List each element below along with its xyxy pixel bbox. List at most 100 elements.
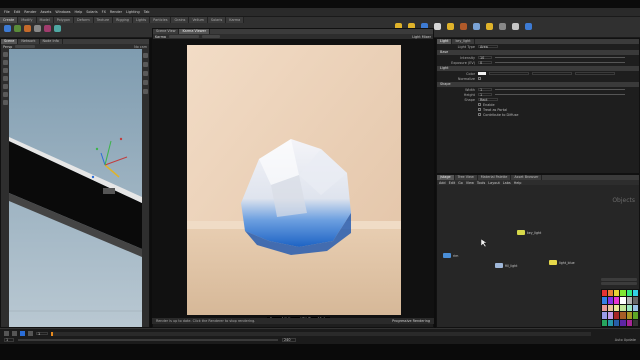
select-tool-icon[interactable] bbox=[2, 52, 8, 57]
handle-tool-icon[interactable] bbox=[2, 84, 8, 89]
palette-swatch-5[interactable] bbox=[632, 290, 638, 297]
network-menu-6[interactable]: Labs bbox=[503, 181, 511, 185]
network-menu-1[interactable]: Edit bbox=[449, 181, 456, 185]
palette-swatch-21[interactable] bbox=[620, 312, 626, 319]
palette-swatch-24[interactable] bbox=[602, 319, 608, 326]
grid-icon[interactable] bbox=[142, 89, 148, 94]
palette-swatch-9[interactable] bbox=[620, 297, 626, 304]
current-frame-field[interactable]: 1 bbox=[36, 331, 48, 336]
network-menu-5[interactable]: Layout bbox=[488, 181, 500, 185]
color-r-field[interactable] bbox=[489, 71, 529, 76]
palette-swatch-1[interactable] bbox=[608, 290, 614, 297]
camera-icon[interactable] bbox=[512, 23, 519, 30]
pose-tool-icon[interactable] bbox=[2, 92, 8, 97]
width-slider[interactable] bbox=[495, 89, 625, 90]
menu-item-0[interactable]: File bbox=[4, 10, 10, 14]
diffuse-checkbox[interactable] bbox=[478, 113, 481, 116]
view-tool-icon[interactable] bbox=[2, 100, 8, 105]
light-link-icon[interactable] bbox=[499, 23, 506, 30]
menu-item-4[interactable]: Windows bbox=[55, 10, 70, 14]
point-light-icon[interactable] bbox=[447, 23, 454, 30]
palette-swatch-13[interactable] bbox=[608, 304, 614, 312]
start-frame-field[interactable]: 1 bbox=[4, 338, 14, 342]
shelf-tab-5[interactable]: Texture bbox=[93, 17, 114, 23]
shelf-tab-10[interactable]: Vellum bbox=[189, 17, 208, 23]
snap-icon[interactable] bbox=[142, 80, 148, 85]
end-frame-field[interactable]: 240 bbox=[282, 338, 296, 342]
render-icon[interactable] bbox=[525, 23, 532, 30]
palette-swatch-6[interactable] bbox=[602, 297, 608, 304]
stop-icon[interactable] bbox=[12, 331, 17, 336]
progressive-rendering-toggle[interactable]: Progressive Rendering bbox=[392, 319, 430, 323]
palette-swatch-0[interactable] bbox=[602, 290, 608, 297]
network-menu-7[interactable]: Help bbox=[514, 181, 522, 185]
menu-item-6[interactable]: Solaris bbox=[86, 10, 97, 14]
palette-swatch-23[interactable] bbox=[632, 312, 638, 319]
palette-swatch-20[interactable] bbox=[614, 312, 620, 319]
palette-swatch-4[interactable] bbox=[626, 290, 632, 297]
render-tab-1[interactable]: Karma Viewer bbox=[179, 29, 211, 34]
view-label[interactable]: Persp bbox=[3, 45, 12, 49]
menu-item-2[interactable]: Render bbox=[24, 10, 36, 14]
network-tab-2[interactable]: Material Palette bbox=[478, 175, 512, 180]
palette-swatch-25[interactable] bbox=[608, 319, 614, 326]
left-tab-1[interactable]: Network bbox=[18, 39, 40, 44]
menu-item-8[interactable]: Render bbox=[110, 10, 122, 14]
width-field[interactable]: 1 bbox=[478, 87, 492, 92]
shading-mode-icon[interactable] bbox=[142, 71, 148, 76]
shelf-tab-6[interactable]: Rigging bbox=[113, 17, 133, 23]
shelf-tab-12[interactable]: Karma bbox=[226, 17, 245, 23]
color-g-field[interactable] bbox=[532, 71, 572, 76]
menu-item-10[interactable]: Tab bbox=[144, 10, 150, 14]
shelf-tab-4[interactable]: Deform bbox=[74, 17, 94, 23]
shelf-tab-7[interactable]: Lights bbox=[132, 17, 151, 23]
palette-swatch-27[interactable] bbox=[620, 319, 626, 326]
shelf-tab-2[interactable]: Model bbox=[36, 17, 54, 23]
palette-swatch-26[interactable] bbox=[614, 319, 620, 326]
geometry-tool-icon[interactable] bbox=[54, 25, 61, 32]
camera-tool-icon[interactable] bbox=[34, 25, 41, 32]
network-menu-0[interactable]: Add bbox=[439, 181, 446, 185]
param-node-type[interactable]: Light bbox=[437, 39, 453, 44]
network-tab-1[interactable]: Tree View bbox=[455, 175, 478, 180]
material-tool-icon[interactable] bbox=[44, 25, 51, 32]
left-tab-0[interactable]: Scene bbox=[1, 39, 19, 44]
color-swatch[interactable] bbox=[478, 71, 486, 76]
exposure-slider[interactable] bbox=[495, 62, 625, 63]
palette-swatch-15[interactable] bbox=[620, 304, 626, 312]
height-field[interactable]: 1 bbox=[478, 92, 492, 97]
network-menu-4[interactable]: Tools bbox=[477, 181, 485, 185]
network-tab-0[interactable]: /stage bbox=[437, 175, 455, 180]
shelf-tab-11[interactable]: Solaris bbox=[207, 17, 227, 23]
play-forward-icon[interactable] bbox=[20, 331, 25, 336]
palette-swatch-8[interactable] bbox=[614, 297, 620, 304]
menu-item-7[interactable]: FX bbox=[102, 10, 106, 14]
render-canvas[interactable]: Frame 1/1 Karma XPU Time 12.4s bbox=[153, 39, 433, 321]
palette-swatch-7[interactable] bbox=[608, 297, 614, 304]
shelf-tab-8[interactable]: Particles bbox=[150, 17, 172, 23]
step-forward-icon[interactable] bbox=[28, 331, 33, 336]
lighting-mode-icon[interactable] bbox=[142, 62, 148, 67]
portal-checkbox[interactable] bbox=[478, 108, 481, 111]
renderer-dropdown[interactable]: Karma bbox=[155, 35, 166, 39]
playhead[interactable] bbox=[51, 331, 53, 336]
node-key-light[interactable]: key_light bbox=[517, 230, 541, 235]
palette-swatch-19[interactable] bbox=[608, 312, 614, 319]
range-slider[interactable] bbox=[18, 339, 278, 341]
menu-item-3[interactable]: Assets bbox=[40, 10, 51, 14]
shelf-tab-1[interactable]: Modify bbox=[18, 17, 37, 23]
viewport-3d[interactable] bbox=[9, 49, 142, 327]
grid-tool-icon[interactable] bbox=[14, 25, 21, 32]
palette-swatch-2[interactable] bbox=[614, 290, 620, 297]
palette-swatch-3[interactable] bbox=[620, 290, 626, 297]
palette-swatch-17[interactable] bbox=[632, 304, 638, 312]
cam-label[interactable]: No cam bbox=[134, 45, 147, 49]
node-rim[interactable]: rim bbox=[443, 253, 458, 258]
move-tool-icon[interactable] bbox=[2, 60, 8, 65]
play-back-icon[interactable] bbox=[4, 331, 9, 336]
menu-item-1[interactable]: Edit bbox=[14, 10, 21, 14]
color-b-field[interactable] bbox=[575, 71, 615, 76]
normalize-checkbox[interactable] bbox=[478, 77, 481, 80]
sky-light-icon[interactable] bbox=[434, 23, 441, 30]
sun-light-icon[interactable] bbox=[486, 23, 493, 30]
